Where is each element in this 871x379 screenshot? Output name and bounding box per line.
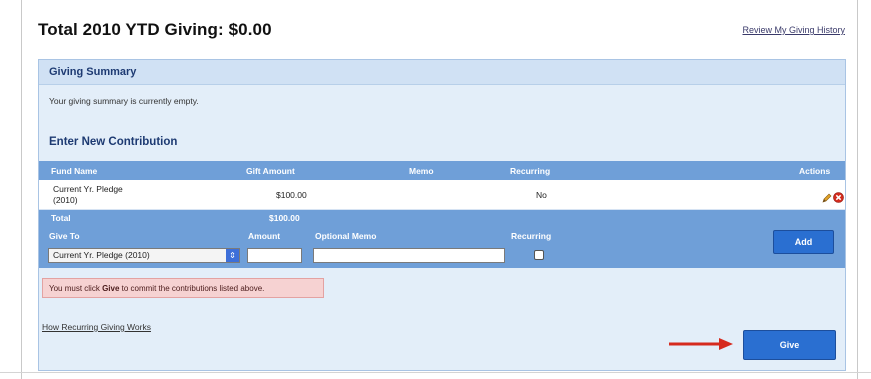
fund-select-value: Current Yr. Pledge (2010) <box>53 250 150 260</box>
table-row: Current Yr. Pledge (2010) $100.00 No <box>39 180 845 210</box>
delete-icon[interactable] <box>833 192 844 203</box>
page-title: Total 2010 YTD Giving: $0.00 <box>38 20 272 39</box>
memo-input[interactable] <box>313 248 505 263</box>
recurring-checkbox[interactable] <box>534 250 544 260</box>
recurring-value: No <box>536 190 547 200</box>
fund-name-line2: (2010) <box>53 195 78 205</box>
chevron-updown-icon: ⇕ <box>226 249 239 262</box>
warning-suffix: to commit the contributions listed above… <box>119 284 265 293</box>
panel-header: Giving Summary <box>39 60 845 85</box>
frame-divider <box>0 372 871 373</box>
column-actions: Actions <box>799 166 831 176</box>
give-warning: You must click Give to commit the contri… <box>42 278 324 298</box>
total-label: Total <box>51 213 71 223</box>
add-button[interactable]: Add <box>773 230 834 254</box>
memo-label: Optional Memo <box>315 231 377 241</box>
giving-panel: Giving Summary Your giving summary is cu… <box>38 59 846 371</box>
new-contribution-form: Give To Amount Optional Memo Recurring C… <box>39 226 845 268</box>
column-gift-amount: Gift Amount <box>246 166 295 176</box>
fund-name-line1: Current Yr. Pledge <box>53 184 123 194</box>
give-to-label: Give To <box>49 231 80 241</box>
recurring-giving-link[interactable]: How Recurring Giving Works <box>42 322 151 332</box>
contribution-heading: Enter New Contribution <box>49 136 178 148</box>
table-total-row: Total $100.00 <box>39 210 845 226</box>
arrow-icon <box>669 338 733 350</box>
warning-bold: Give <box>102 284 120 293</box>
gift-amount: $100.00 <box>276 190 307 200</box>
amount-input[interactable] <box>247 248 302 263</box>
total-value: $100.00 <box>269 213 300 223</box>
recurring-label: Recurring <box>511 231 552 241</box>
table-header: Fund Name Gift Amount Memo Recurring Act… <box>39 161 845 180</box>
contribution-table: Fund Name Gift Amount Memo Recurring Act… <box>39 161 845 226</box>
fund-select[interactable]: Current Yr. Pledge (2010) ⇕ <box>48 248 240 263</box>
giving-summary-title: Giving Summary <box>49 66 137 78</box>
amount-label: Amount <box>248 231 281 241</box>
giving-history-link[interactable]: Review My Giving History <box>742 25 845 35</box>
column-fund-name: Fund Name <box>51 166 98 176</box>
summary-empty-text: Your giving summary is currently empty. <box>49 96 199 106</box>
pencil-icon[interactable] <box>822 193 832 203</box>
give-button[interactable]: Give <box>743 330 836 360</box>
column-memo: Memo <box>409 166 434 176</box>
warning-prefix: You must click <box>49 284 103 293</box>
column-recurring: Recurring <box>510 166 551 176</box>
